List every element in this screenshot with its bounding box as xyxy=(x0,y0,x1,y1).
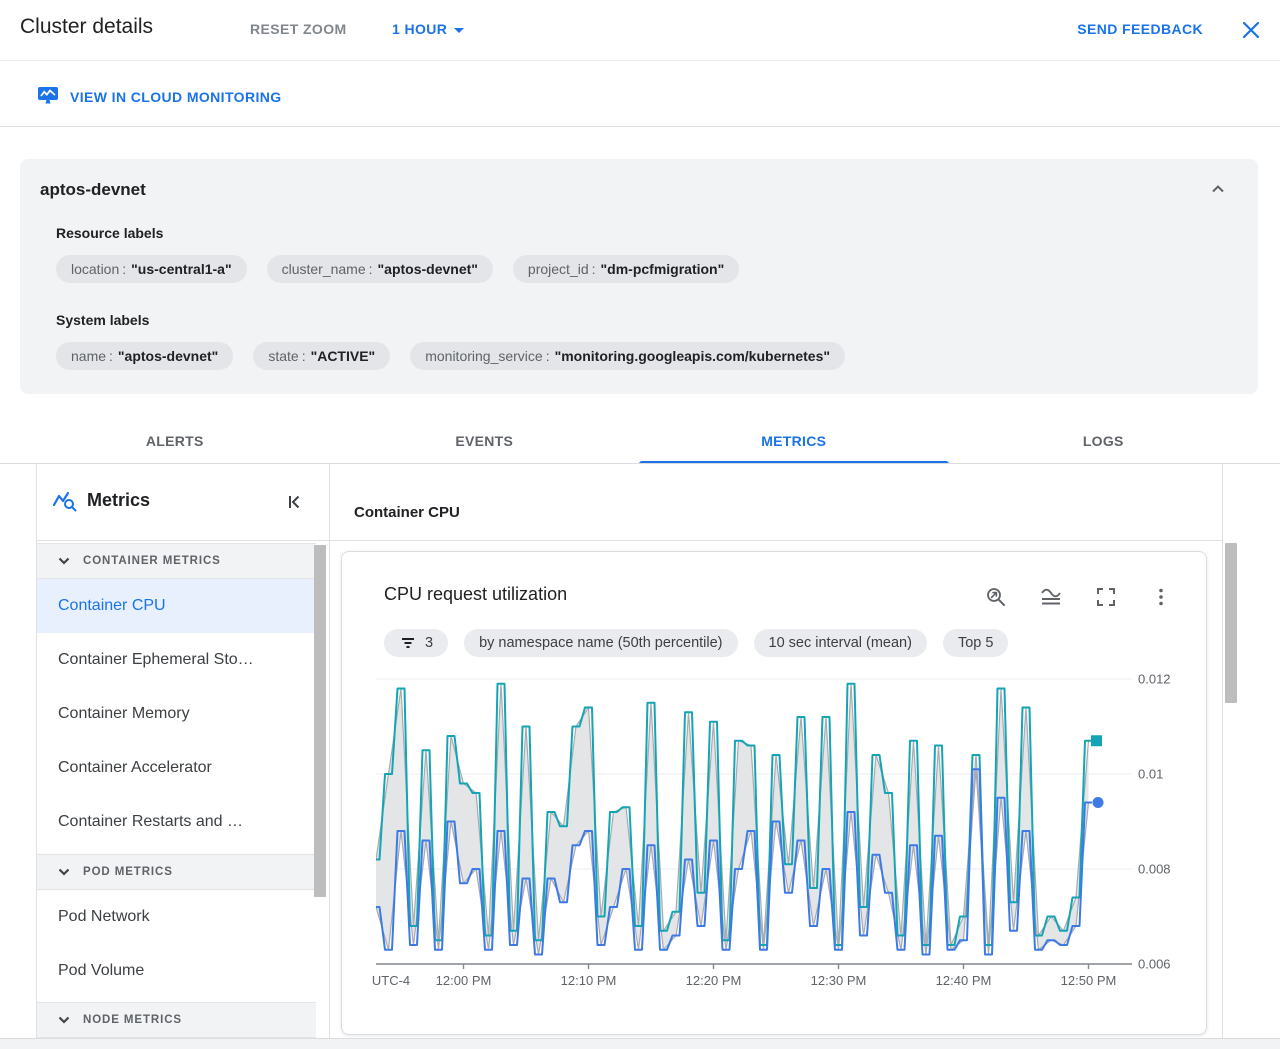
groupby-chip[interactable]: by namespace name (50th percentile) xyxy=(464,629,738,657)
series-teal-end-marker xyxy=(1091,735,1102,747)
sidebar-item-pod-network[interactable]: Pod Network xyxy=(37,890,316,944)
chevron-down-icon xyxy=(58,1016,70,1024)
chevron-down-icon xyxy=(454,27,465,33)
resource-label-chip: project_id : "dm-pcfmigration" xyxy=(512,255,740,283)
cluster-details-page: Cluster details RESET ZOOM 1 HOUR SEND F… xyxy=(0,0,1280,1049)
link-bar: VIEW IN CLOUD MONITORING xyxy=(0,62,1280,127)
tab-events[interactable]: EVENTS xyxy=(330,418,640,464)
view-in-cloud-monitoring-label: VIEW IN CLOUD MONITORING xyxy=(70,88,282,105)
sidebar-item-container-accelerator[interactable]: Container Accelerator xyxy=(37,741,316,795)
sidebar-title: Metrics xyxy=(87,490,151,510)
section-node-metrics[interactable]: NODE METRICS xyxy=(37,1002,316,1038)
x-tick-label: 12:40 PM xyxy=(936,973,992,988)
x-tick-label: 12:10 PM xyxy=(561,973,617,988)
x-tick-label: 12:20 PM xyxy=(686,973,742,988)
timezone-label: UTC-4 xyxy=(372,973,410,988)
fullscreen-icon[interactable] xyxy=(1094,585,1118,609)
filter-count-chip[interactable]: 3 xyxy=(384,629,449,657)
tab-logs[interactable]: LOGS xyxy=(949,418,1259,464)
y-tick-label: 0.008 xyxy=(1138,862,1171,877)
series-blue-end-marker xyxy=(1092,797,1104,808)
divider xyxy=(36,540,1223,541)
tab-bar: ALERTS EVENTS METRICS LOGS xyxy=(20,418,1258,464)
series-blue-line xyxy=(376,768,1092,956)
y-tick-label: 0.012 xyxy=(1138,672,1171,687)
sidebar-item-pod-volume[interactable]: Pod Volume xyxy=(37,944,316,998)
sidebar-item-container-cpu[interactable]: Container CPU xyxy=(37,579,316,633)
page-title: Cluster details xyxy=(20,15,154,38)
band-upper-edge xyxy=(376,683,1090,946)
y-tick-label: 0.01 xyxy=(1138,767,1163,782)
interval-chip[interactable]: 10 sec interval (mean) xyxy=(753,629,927,657)
time-range-label: 1 HOUR xyxy=(392,21,448,37)
send-feedback-button[interactable]: SEND FEEDBACK xyxy=(1077,21,1203,37)
x-tick-label: 12:00 PM xyxy=(436,973,492,988)
titlebar: Cluster details RESET ZOOM 1 HOUR SEND F… xyxy=(0,0,1280,61)
x-tick-label: 12:50 PM xyxy=(1061,973,1117,988)
sidebar-item-container-memory[interactable]: Container Memory xyxy=(37,687,316,741)
top5-chip[interactable]: Top 5 xyxy=(942,629,1009,657)
collapse-sidebar-icon[interactable] xyxy=(283,490,307,514)
cloud-monitoring-icon xyxy=(36,84,60,109)
sidebar-item-container-ephemeral-storage[interactable]: Container Ephemeral Sto… xyxy=(37,633,316,687)
cpu-utilization-chart: 0.006 0.008 0.01 0.012 12:00 PM 12:10 PM 12:20… xyxy=(372,672,1171,989)
bottom-strip xyxy=(0,1038,1280,1049)
y-tick-label: 0.006 xyxy=(1138,957,1171,972)
chart-toolbar xyxy=(984,585,1173,609)
metric-section-title: Container CPU xyxy=(354,504,460,521)
section-container-metrics[interactable]: CONTAINER METRICS xyxy=(37,543,316,579)
chevron-down-icon xyxy=(58,557,70,565)
metric-list: CONTAINER METRICS Container CPU Containe… xyxy=(37,543,316,1038)
resource-labels-title: Resource labels xyxy=(56,225,164,241)
chevron-down-icon xyxy=(58,868,70,876)
sidebar-scrollbar-thumb[interactable] xyxy=(314,545,326,897)
chart-card: CPU request utilization 3 by namespace n… xyxy=(341,551,1207,1035)
metrics-sidebar: Metrics CONTAINER METRICS Container CPU … xyxy=(36,464,330,1038)
band-fill xyxy=(376,683,1089,955)
sidebar-scrollbar xyxy=(314,543,326,1035)
system-label-chip: monitoring_service : "monitoring.googlea… xyxy=(410,342,846,370)
system-label-chip: state : "ACTIVE" xyxy=(253,342,391,370)
series-teal-line xyxy=(376,682,1092,946)
time-range-dropdown[interactable]: 1 HOUR xyxy=(392,21,465,37)
filter-list-icon xyxy=(402,638,414,648)
sidebar-header: Metrics xyxy=(37,464,329,540)
main-scrollbar-thumb[interactable] xyxy=(1225,543,1237,703)
tab-metrics[interactable]: METRICS xyxy=(639,418,949,464)
chart-filter-chips: 3 by namespace name (50th percentile) 10… xyxy=(384,629,1009,657)
sidebar-item-container-restarts[interactable]: Container Restarts and … xyxy=(37,795,316,849)
resource-label-chip: location : "us-central1-a" xyxy=(56,255,247,283)
zoom-chart-icon[interactable] xyxy=(984,585,1008,609)
resource-label-chip: cluster_name : "aptos-devnet" xyxy=(266,255,493,283)
more-options-kebab-icon[interactable] xyxy=(1149,585,1173,609)
band-lower-edge xyxy=(376,769,1090,955)
metrics-icon xyxy=(51,489,79,520)
tab-alerts[interactable]: ALERTS xyxy=(20,418,330,464)
reset-zoom-button[interactable]: RESET ZOOM xyxy=(250,21,347,37)
system-labels-title: System labels xyxy=(56,312,150,328)
main-panel: Container CPU CPU request utilization 3 … xyxy=(331,464,1223,1038)
cluster-name: aptos-devnet xyxy=(40,180,146,199)
system-labels-row: name : "aptos-devnet" state : "ACTIVE" m… xyxy=(56,342,846,370)
chart-title: CPU request utilization xyxy=(384,584,568,604)
resource-labels-row: location : "us-central1-a" cluster_name … xyxy=(56,255,740,283)
system-label-chip: name : "aptos-devnet" xyxy=(56,342,234,370)
x-tick-label: 12:30 PM xyxy=(811,973,867,988)
close-icon[interactable] xyxy=(1238,17,1264,43)
view-in-cloud-monitoring-link[interactable]: VIEW IN CLOUD MONITORING xyxy=(36,84,282,109)
cluster-info-panel: aptos-devnet Resource labels location : … xyxy=(20,159,1258,394)
chart-mode-icon[interactable] xyxy=(1039,585,1063,609)
main-scrollbar xyxy=(1225,541,1237,1038)
section-pod-metrics[interactable]: POD METRICS xyxy=(37,854,316,890)
collapse-panel-chevron-up-icon[interactable] xyxy=(1208,179,1228,199)
plot-area xyxy=(376,682,1092,956)
